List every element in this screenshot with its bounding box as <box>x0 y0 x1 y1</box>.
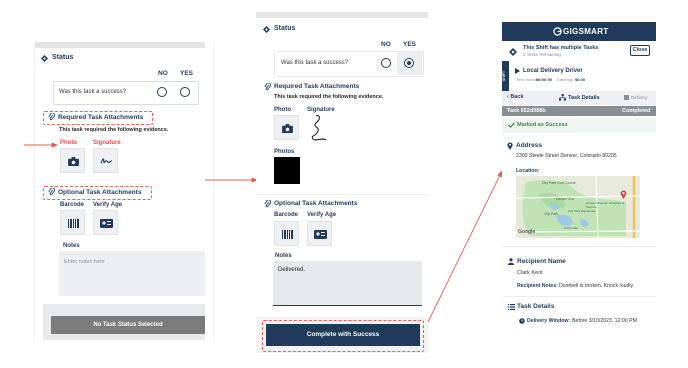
map-label-museum: Denver Museum of Nature & Science <box>586 201 625 209</box>
delivery-label: Delivery <box>631 95 648 100</box>
map-label-golf: City Park Golf Course <box>542 181 576 185</box>
photos-label: Photos <box>274 149 295 155</box>
map-label-ferril: Ferril Lake <box>564 226 579 230</box>
required-attachments-desc: This task required the following evidenc… <box>274 94 384 100</box>
address-title: Address <box>516 142 543 149</box>
captured-signature-image[interactable] <box>306 113 332 143</box>
notes-label: Notes <box>275 253 292 259</box>
barcode-label: Barcode <box>274 212 299 218</box>
id-card-icon <box>314 230 327 239</box>
section-divider <box>256 194 428 195</box>
section-divider <box>502 246 656 247</box>
back-button[interactable]: ‹ Back <box>507 94 524 100</box>
recipient-notes-value: Doorbell is broken. Knock loudly. <box>559 283 635 289</box>
barcode-icon <box>282 230 293 239</box>
diamond-icon <box>509 48 517 56</box>
yes-column-label: YES <box>403 41 417 48</box>
brand-name: GIGSMART <box>563 27 609 36</box>
task-id: Task 952d088b <box>507 108 546 114</box>
list-icon <box>508 304 515 310</box>
nav-bar: ‹ Back Task Details Delivery <box>502 91 656 105</box>
gigsmart-logo-icon <box>553 27 562 36</box>
google-attribution: Google <box>518 229 536 235</box>
address-value: 2300 Steele Street Denver, Colorado 8020… <box>516 153 617 159</box>
photo-label: Photo <box>274 107 291 113</box>
delivery-icon <box>624 95 629 100</box>
recipient-notes-label: Recipient Notes: <box>517 283 558 289</box>
task-status: Completed <box>622 108 651 114</box>
shift-tag: SHIFT <box>502 70 507 82</box>
hierarchy-icon <box>559 94 566 101</box>
map-label-zoo: Denver Zoo <box>556 197 575 201</box>
earnings-label: Earnings: <box>557 77 574 82</box>
verify-age-label: Verify Age <box>307 212 337 218</box>
delivery-window-label: Delivery Window: <box>527 318 571 324</box>
map-pin-icon <box>507 142 513 150</box>
play-icon <box>515 68 520 74</box>
map-label-esplanade: City Park Esplanade <box>568 209 596 213</box>
section-divider <box>502 296 656 297</box>
recipient-name: Clark Kent <box>517 270 543 276</box>
back-label: Back <box>510 94 524 100</box>
task-details-title: Task Details <box>517 303 555 310</box>
required-attachments-title: Required Task Attachments <box>274 83 360 90</box>
optional-attachments-title: Optional Task Attachments <box>274 200 358 207</box>
paperclip-icon <box>264 83 271 91</box>
location-map[interactable]: City Park Golf Course Denver Zoo Denver … <box>516 176 640 238</box>
map-marker-icon <box>620 190 627 199</box>
screen-shift-task-details: GIGSMART SHIFT This Shift has multiple T… <box>502 22 656 334</box>
map-label-park: City Park <box>544 212 559 216</box>
photo-capture-button[interactable] <box>274 115 299 140</box>
app-header: GIGSMART <box>502 22 656 41</box>
marked-success-text: Marked as Success <box>517 122 568 128</box>
notes-value: Delivered. <box>278 267 306 273</box>
recipient-title: Recipient Name <box>517 258 566 265</box>
yes-radio-selected[interactable] <box>404 58 414 68</box>
multi-task-sub: 2 Tasks Remaining <box>523 52 561 57</box>
screen-task-form-completed: Status NO YES Was this task a success? R… <box>256 12 428 354</box>
job-title: Local Delivery Driver <box>523 68 583 74</box>
status-title: Status <box>274 25 296 32</box>
paperclip-icon <box>264 200 271 208</box>
person-icon <box>508 258 514 265</box>
status-bar <box>256 12 428 18</box>
captured-photo-thumbnail[interactable] <box>274 157 300 184</box>
success-question: Was this task a success? <box>281 60 349 66</box>
barcode-scan-button[interactable] <box>274 221 299 246</box>
notes-input[interactable]: Delivered. <box>273 261 422 306</box>
bottom-action-bar: Complete with Success <box>256 317 428 353</box>
complete-with-success-button[interactable]: Complete with Success <box>266 324 420 346</box>
task-status-bar: Task 952d088b Completed <box>502 106 656 116</box>
location-label: Location: <box>516 168 540 174</box>
earnings-value: $0.00 <box>575 77 586 82</box>
task-details-tab-label: Task Details <box>568 94 600 101</box>
no-column-label: NO <box>381 41 391 48</box>
close-label: Close <box>632 47 648 53</box>
check-icon <box>508 122 515 128</box>
shift-card: SHIFT This Shift has multiple Tasks 2 Ta… <box>502 41 656 92</box>
button-label: Complete with Success <box>306 331 380 338</box>
clock-icon <box>519 318 525 324</box>
multi-task-title: This Shift has multiple Tasks <box>523 45 599 51</box>
time-worked-value: 00:00:00 <box>536 77 553 82</box>
success-banner: Marked as Success <box>502 118 656 133</box>
delivery-window-value: Before 3/10/2023, 12:00 PM <box>572 318 637 324</box>
diamond-icon <box>263 26 270 33</box>
verify-age-button[interactable] <box>307 221 332 246</box>
no-radio[interactable] <box>381 58 391 68</box>
close-button[interactable]: Close <box>630 45 650 56</box>
camera-icon <box>282 124 293 133</box>
truncated-content-fade <box>502 328 656 334</box>
